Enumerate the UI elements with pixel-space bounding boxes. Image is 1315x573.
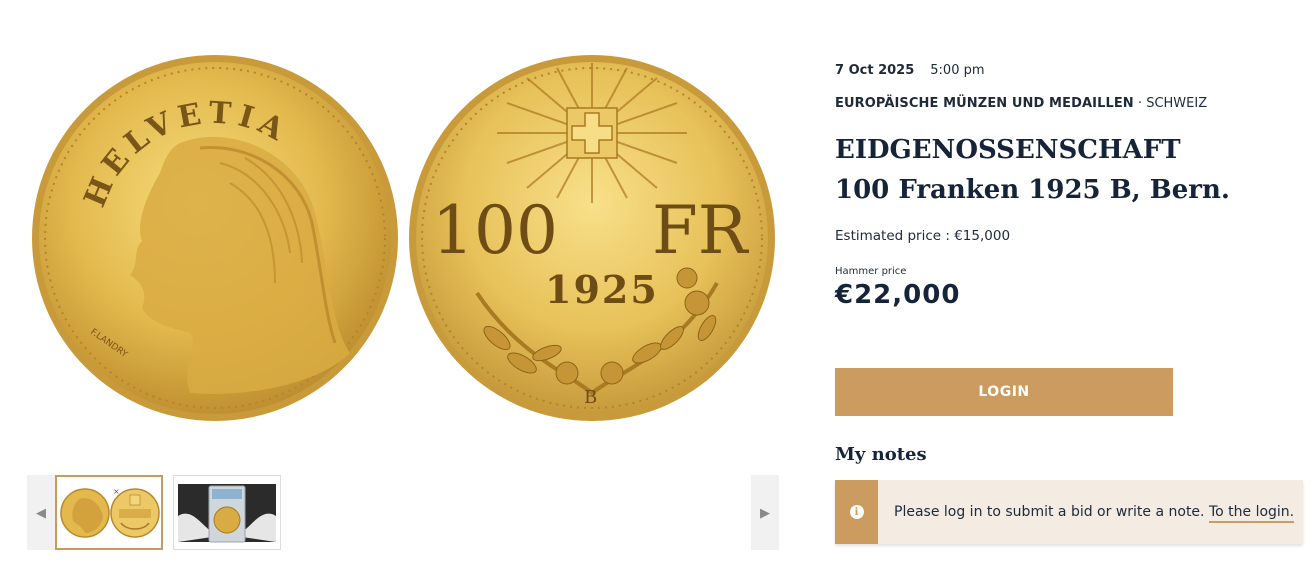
estimated-price: Estimated price : €15,000 [835, 228, 1011, 244]
lot-category: EUROPÄISCHE MÜNZEN UND MEDAILLEN · SCHWE… [835, 96, 1207, 111]
category-main[interactable]: EUROPÄISCHE MÜNZEN UND MEDAILLEN [835, 96, 1134, 111]
thumbnail-slab-image [178, 484, 276, 543]
reverse-year: 1925 [545, 267, 659, 312]
chevron-right-icon: ▶ [760, 504, 770, 520]
notice-icon-container: i [835, 480, 878, 544]
thumbnail-prev-button[interactable]: ◀ [27, 475, 55, 550]
chevron-left-icon: ◀ [36, 504, 46, 520]
to-login-link[interactable]: To the login. [1208, 504, 1295, 523]
lot-title-line-2: 100 Franken 1925 B, Bern. [835, 175, 1230, 205]
thumbnail-slab-photo[interactable] [173, 475, 281, 550]
login-notice: i Please log in to submit a bid or write… [835, 480, 1303, 544]
lot-details-panel: 7 Oct 2025 5:00 pm EUROPÄISCHE MÜNZEN UN… [835, 0, 1305, 573]
auction-time: 5:00 pm [930, 63, 985, 78]
coin-reverse-image: 100 FR 1925 B [409, 55, 775, 421]
thumbnail-next-button[interactable]: ▶ [751, 475, 779, 550]
hammer-price-label: Hammer price [835, 266, 907, 277]
thumbnail-strip: ◀ × ▶ [27, 475, 779, 550]
category-sub[interactable]: SCHWEIZ [1146, 96, 1207, 111]
main-lot-image[interactable]: HELVETIA F.LANDRY 100 FR 1925 B [27, 50, 779, 426]
thumbnail-coin-pair-image: × [60, 487, 160, 538]
reverse-value: 100 [432, 192, 558, 269]
reverse-unit: FR [652, 192, 750, 269]
auction-date: 7 Oct 2025 [835, 63, 915, 78]
notice-message: Please log in to submit a bid or write a… [894, 504, 1205, 520]
image-gallery: HELVETIA F.LANDRY 100 FR 1925 B ◀ × ▶ [0, 0, 800, 573]
lot-title: EIDGENOSSENSCHAFT 100 Franken 1925 B, Be… [835, 130, 1230, 210]
hammer-price-value: €22,000 [835, 280, 961, 310]
reverse-mintmark: B [584, 387, 597, 408]
category-separator: · [1133, 96, 1147, 111]
svg-text:×: × [113, 487, 120, 496]
thumbnail-coin-pair[interactable]: × [55, 475, 163, 550]
info-icon: i [849, 505, 864, 519]
coin-obverse-image: HELVETIA F.LANDRY [32, 55, 398, 421]
login-button[interactable]: LOGIN [835, 368, 1173, 416]
lot-title-line-1: EIDGENOSSENSCHAFT [835, 135, 1181, 165]
auction-date-row: 7 Oct 2025 5:00 pm [835, 63, 985, 78]
my-notes-heading: My notes [835, 444, 927, 465]
notice-text: Please log in to submit a bid or write a… [894, 504, 1295, 523]
